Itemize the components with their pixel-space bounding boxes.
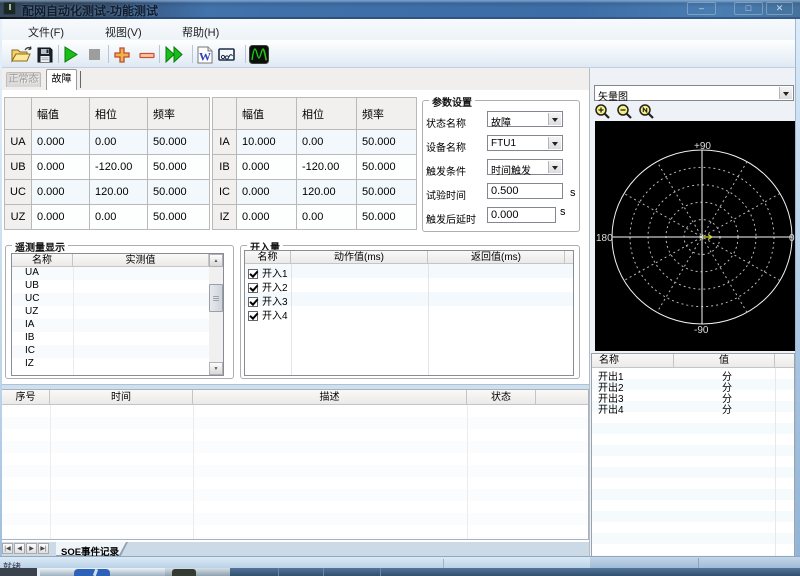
svg-text:+90: +90 <box>694 141 711 152</box>
svg-text:W: W <box>199 50 211 64</box>
svg-text:180: 180 <box>596 233 613 244</box>
svg-text:-90: -90 <box>694 325 709 336</box>
